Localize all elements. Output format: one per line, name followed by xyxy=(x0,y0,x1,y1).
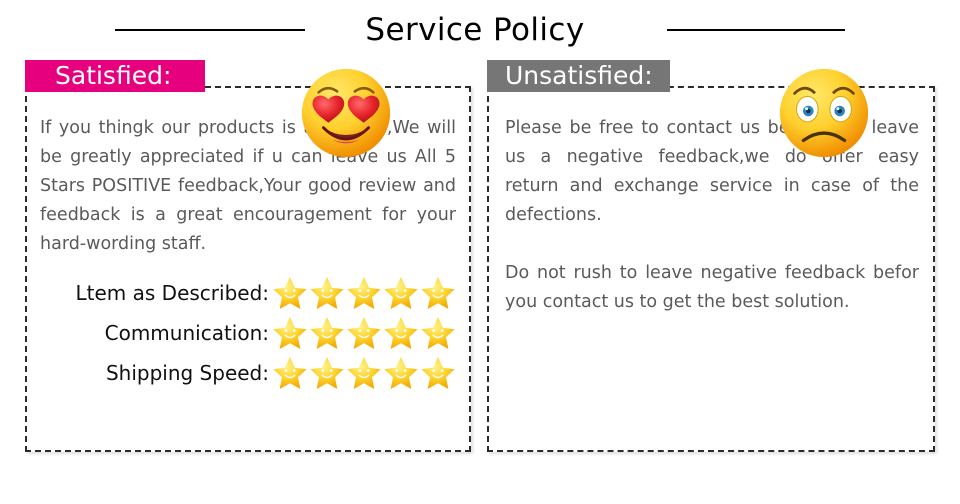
rating-label-shipping-speed: Shipping Speed: xyxy=(105,361,269,385)
unsatisfied-panel: Please be free to contact us before you … xyxy=(487,86,935,452)
rating-row: Shipping Speed: xyxy=(40,353,456,393)
rating-label-communication: Communication: xyxy=(104,321,269,345)
star-icon xyxy=(421,356,455,390)
star-icon xyxy=(347,316,381,350)
star-icon xyxy=(310,316,344,350)
star-icon xyxy=(273,356,307,390)
title-rule-left-icon xyxy=(115,29,306,31)
ratings-list: Ltem as Described: Communication: Shippi… xyxy=(40,273,456,393)
star-icon xyxy=(421,316,455,350)
rating-stars-shipping-speed xyxy=(271,354,456,392)
rating-stars-communication xyxy=(271,314,456,352)
star-icon xyxy=(310,276,344,310)
star-icon xyxy=(384,356,418,390)
star-icon xyxy=(384,316,418,350)
title-rule-right-icon xyxy=(666,29,845,31)
star-icon xyxy=(421,276,455,310)
satisfied-panel: If you thingk our products is awesome,We… xyxy=(25,86,471,452)
rating-label-item-as-described: Ltem as Described: xyxy=(75,281,270,305)
star-icon xyxy=(273,276,307,310)
satisfied-column: Satisfied: If you thingk our products is… xyxy=(25,60,471,452)
star-icon xyxy=(384,276,418,310)
unsatisfied-paragraph-1: Please be free to contact us before you … xyxy=(505,118,919,225)
rating-row: Communication: xyxy=(40,313,456,353)
star-icon xyxy=(310,356,344,390)
satisfied-paragraph: If you thingk our products is awesome,We… xyxy=(40,118,456,254)
unsatisfied-badge: Unsatisfied: xyxy=(487,60,670,92)
star-icon xyxy=(347,276,381,310)
star-icon xyxy=(273,316,307,350)
rating-row: Ltem as Described: xyxy=(40,273,456,313)
star-icon xyxy=(347,356,381,390)
policy-columns: Satisfied: If you thingk our products is… xyxy=(0,60,960,504)
unsatisfied-column: Unsatisfied: Please be free to contact u… xyxy=(487,60,935,452)
rating-stars-item-as-described xyxy=(271,274,456,312)
unsatisfied-paragraph-2: Do not rush to leave negative feedback b… xyxy=(505,263,919,312)
satisfied-badge: Satisfied: xyxy=(25,60,205,92)
page-title: Service Policy xyxy=(365,12,585,48)
page-header: Service Policy xyxy=(0,0,960,60)
